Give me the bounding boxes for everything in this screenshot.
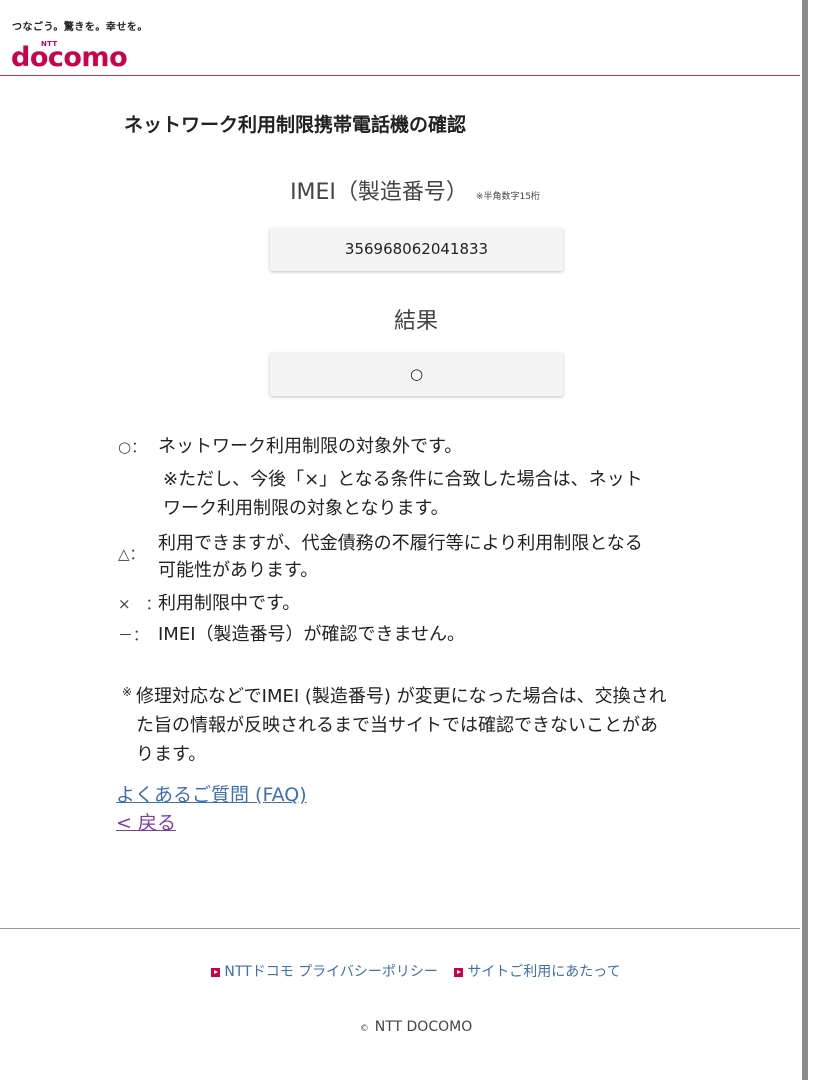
legend-text: ワーク利用制限の対象となります。	[163, 498, 449, 519]
privacy-policy-label: NTTドコモ プライバシーポリシー	[224, 964, 438, 980]
site-terms-label: サイトご利用にあたって	[467, 964, 621, 980]
legend-text: IMEI（製造番号）が確認できません。	[158, 624, 465, 645]
note-mark: ※	[122, 685, 133, 699]
legend-symbol: －：	[118, 626, 149, 644]
copyright: © NTT DOCOMO	[0, 1019, 815, 1035]
arrow-right-icon	[454, 967, 464, 977]
page-title: ネットワーク利用制限携帯電話機の確認	[124, 114, 467, 136]
back-link[interactable]: < 戻る	[116, 808, 176, 835]
legend-symbol: × ：	[118, 595, 161, 613]
copyright-text: NTT DOCOMO	[374, 1019, 473, 1035]
arrow-right-icon	[211, 967, 221, 977]
docomo-logo[interactable]: docomo	[11, 42, 128, 73]
legend-item-unknown: －： IMEI（製造番号）が確認できません。	[118, 620, 465, 650]
legend-item-restricted: × ： 利用制限中です。	[118, 589, 300, 619]
legend-text: ※ただし、今後「×」となる条件に合致した場合は、ネット	[163, 469, 643, 490]
privacy-policy-link[interactable]: NTTドコモ プライバシーポリシー	[211, 961, 438, 981]
copyright-icon: ©	[359, 1024, 369, 1034]
footer-links: NTTドコモ プライバシーポリシー サイトご利用にあたって	[0, 961, 815, 981]
tagline: つなごう。驚きを。幸せを。	[12, 22, 148, 33]
result-label: 結果	[393, 309, 438, 334]
faq-link[interactable]: よくあるご質問 (FAQ)	[116, 780, 307, 807]
imei-note: ※半角数字15桁	[475, 192, 540, 202]
legend-text: ネットワーク利用制限の対象外です。	[158, 436, 463, 457]
imei-label: IMEI（製造番号）	[290, 180, 468, 205]
legend-text: 利用制限中です。	[158, 593, 301, 614]
result-value-field: ○	[270, 353, 563, 396]
legend-symbol: ○：	[118, 438, 147, 456]
legend-item-ok: ○： ネットワーク利用制限の対象外です。 ※ただし、今後「×」となる条件に合致し…	[118, 432, 643, 519]
legend-symbol: △：	[118, 545, 145, 563]
legend-text: 可能性があります。	[158, 560, 319, 581]
legend-text: 利用できますが、代金債務の不履行等により利用制限となる	[158, 533, 643, 554]
site-header: つなごう。驚きを。幸せを。 NTT docomo	[0, 0, 800, 76]
scrollbar[interactable]	[802, 0, 808, 1080]
footer-divider	[0, 928, 800, 929]
note-line: ります。	[136, 744, 207, 765]
note-line: 修理対応などでIMEI (製造番号) が変更になった場合は、交換され	[136, 686, 667, 707]
imei-label-row: IMEI（製造番号） ※半角数字15桁	[0, 174, 800, 206]
imei-value-field: 356968062041833	[270, 228, 563, 271]
note-line: た旨の情報が反映されるまで当サイトでは確認できないことがあ	[136, 715, 658, 736]
site-terms-link[interactable]: サイトご利用にあたって	[454, 961, 621, 981]
